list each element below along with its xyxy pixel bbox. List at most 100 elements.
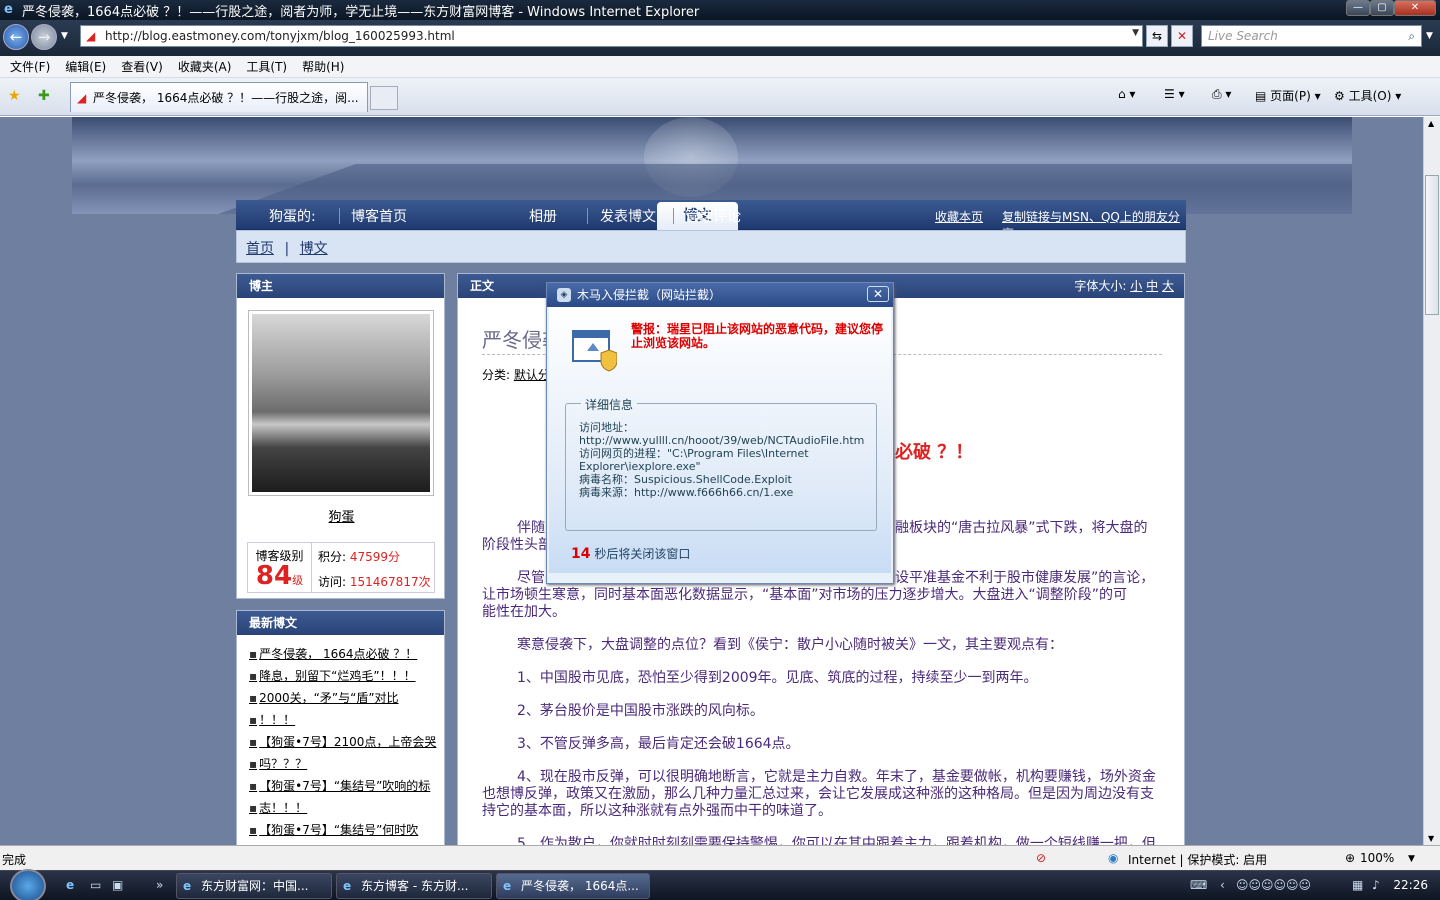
favorites-star-icon[interactable]: ★ [8, 88, 21, 104]
paragraph: 也想博反弹，政策又在激励，那么几种力量汇总过来，会让它发展成这种涨的这种格局。但… [482, 786, 1154, 802]
recent-pages-dropdown[interactable]: ▼ [61, 31, 68, 41]
list-item[interactable]: 【狗蛋•7号】“集结号”吹响的标 [249, 775, 438, 797]
stop-button[interactable]: ✕ [1171, 25, 1193, 47]
blocked-popup-icon[interactable]: ⊘ [1036, 851, 1046, 865]
clock[interactable]: 22:26 [1393, 878, 1428, 892]
visits-label: 访问: [318, 575, 347, 589]
zoom-icon: ⊕ [1345, 851, 1356, 865]
back-button[interactable]: ← [3, 24, 29, 50]
nav-new-post[interactable]: 发表博文 [600, 206, 656, 226]
address-row: ← → ▼ ◢ http://blog.eastmoney.com/tonyjx… [0, 20, 1440, 56]
start-button[interactable] [10, 869, 46, 900]
home-icon[interactable]: ⌂ ▾ [1118, 87, 1135, 101]
vertical-scrollbar[interactable]: ▲ ▼ [1423, 117, 1440, 845]
feeds-icon[interactable]: ☰ ▾ [1164, 87, 1185, 101]
breadcrumb-home[interactable]: 首页 [246, 241, 274, 257]
paragraph: 1、中国股市见底，恐怕至少得到2009年。见底、筑底的过程，持续至少一到两年。 [517, 670, 1038, 686]
search-input[interactable]: Live Search ⌕ [1201, 25, 1422, 47]
countdown: 14 秒后将关闭该窗口 [571, 545, 690, 562]
scroll-up-icon[interactable]: ▲ [1428, 119, 1434, 128]
nav-blog-home[interactable]: 博客首页 [351, 206, 407, 226]
list-item-cont[interactable]: ！！！ [249, 709, 438, 731]
virus-source: http://www.f666h66.cn/1.exe [634, 486, 794, 499]
list-item[interactable]: 降息，别留下“烂鸡毛”！！！ [249, 665, 438, 687]
article-headline: 必破 ？！ [895, 442, 974, 463]
list-item[interactable]: 【狗蛋•7号】“集结号”何时吹 [249, 819, 438, 841]
profile-header: 博主 [237, 274, 444, 298]
window-title: 严冬侵袭，1664点必破 ？！——行股之途，阅者为师，学无止境——东方财富网博客… [22, 4, 700, 20]
security-zone[interactable]: Internet | 保护模式: 启用 [1128, 851, 1267, 868]
taskbar-button-active[interactable]: e 严冬侵袭， 1664点... [496, 873, 650, 899]
minimize-button[interactable]: — [1346, 0, 1370, 16]
taskbar-button-eastmoney[interactable]: e 东方财富网：中国... [176, 873, 332, 899]
font-size-controls: 字体大小: 小 中 大 [1074, 274, 1174, 298]
forward-button[interactable]: → [31, 24, 57, 50]
search-icon[interactable]: ⌕ [1408, 26, 1415, 46]
profile-panel: 博主 狗蛋 博客级别 84级 积分: 47599分 访问: 151467817次 [236, 273, 445, 599]
zoom-level[interactable]: 100% [1360, 851, 1394, 865]
tab-active[interactable]: ◢ 严冬侵袭， 1664点必破 ？！——行股之途，阅... [70, 82, 368, 112]
tools-menu[interactable]: ⚙ 工具(O) ▾ [1334, 87, 1401, 104]
list-item[interactable]: 【狗蛋•7号】2100点，上帝会哭 [249, 731, 438, 753]
font-size-label: 字体大小: [1074, 279, 1127, 293]
countdown-text: 秒后将关闭该窗口 [594, 547, 691, 561]
address-dropdown-icon[interactable]: ▼ [1132, 28, 1139, 38]
list-item[interactable]: 2000关，“矛”与“盾”对比 [249, 687, 438, 709]
visits-row: 访问: 151467817次 [318, 573, 431, 590]
visits-value: 151467817次 [349, 575, 431, 589]
font-small[interactable]: 小 [1130, 279, 1142, 293]
font-large[interactable]: 大 [1162, 279, 1174, 293]
countdown-number: 14 [571, 546, 591, 562]
search-placeholder: Live Search [1208, 29, 1278, 43]
list-item[interactable]: 严冬侵袭， 1664点必破 ？！ [249, 643, 438, 665]
breadcrumb-current[interactable]: 博文 [300, 241, 328, 257]
avatar[interactable] [248, 310, 434, 496]
article-category: 分类: 默认分 [482, 366, 550, 383]
menu-file[interactable]: 文件(F) [10, 58, 50, 75]
quicklaunch-ie-icon[interactable]: e [66, 878, 74, 892]
new-tab-button[interactable] [370, 86, 398, 110]
volume-icon[interactable]: ♪ [1372, 878, 1380, 892]
zoom-dropdown-icon[interactable]: ▼ [1408, 854, 1415, 864]
quicklaunch-more-icon[interactable]: » [156, 878, 163, 892]
blogger-name[interactable]: 狗蛋 [237, 506, 446, 525]
menu-tools[interactable]: 工具(T) [246, 58, 287, 75]
nav-manage-comments[interactable]: 管理评论 [685, 206, 741, 226]
category-link[interactable]: 默认分 [514, 368, 550, 382]
network-icon[interactable]: ▦ [1352, 878, 1363, 892]
scrollbar-thumb[interactable] [1425, 175, 1439, 315]
dialog-close-button[interactable]: ✕ [867, 286, 889, 302]
maximize-button[interactable]: ▢ [1370, 0, 1394, 16]
keyboard-icon[interactable]: ⌨ [1190, 878, 1207, 892]
qq-icon[interactable]: ☺☺☺☺☺☺ [1236, 878, 1311, 892]
print-icon[interactable]: ⎙ ▾ [1212, 87, 1231, 102]
font-medium[interactable]: 中 [1146, 279, 1158, 293]
menu-view[interactable]: 查看(V) [121, 58, 163, 75]
menu-help[interactable]: 帮助(H) [302, 58, 344, 75]
close-window-button[interactable]: ✕ [1394, 0, 1436, 16]
blog-level: 博客级别 84级 [248, 543, 312, 592]
scroll-down-icon[interactable]: ▼ [1428, 834, 1434, 843]
list-item-cont[interactable]: 志！！！ [249, 797, 438, 819]
tray-expand-icon[interactable]: ‹ [1220, 878, 1225, 892]
visit-url: http://www.yullll.cn/hooot/39/web/NCTAud… [579, 434, 865, 447]
menu-edit[interactable]: 编辑(E) [65, 58, 106, 75]
bookmark-page-link[interactable]: 收藏本页 [935, 208, 983, 225]
quicklaunch-switch-icon[interactable]: ▣ [112, 878, 123, 892]
quicklaunch-desktop-icon[interactable]: ▭ [90, 878, 101, 892]
address-bar[interactable]: ◢ http://blog.eastmoney.com/tonyjxm/blog… [80, 25, 1143, 47]
refresh-button[interactable]: ⇆ [1146, 25, 1168, 47]
breadcrumb-separator: | [284, 241, 290, 257]
add-favorite-icon[interactable]: ✚ [38, 88, 50, 104]
ie-icon: e [4, 2, 13, 17]
paragraph: 能性在加大。 [482, 604, 566, 620]
list-item-cont[interactable]: 吗？？？ [249, 753, 438, 775]
nav-album[interactable]: 相册 [529, 206, 557, 226]
paragraph: 5、作为散户，你就时时刻刻需要保持警惕，你可以在其中跟着主力，跟着机构，做一个短… [517, 836, 1156, 845]
page-menu[interactable]: ▤ 页面(P) ▾ [1255, 87, 1321, 104]
level-number: 84 [255, 561, 293, 591]
menu-favorites[interactable]: 收藏夹(A) [178, 58, 232, 75]
globe-icon: ◉ [1108, 851, 1119, 865]
taskbar-button-blog[interactable]: e 东方博客 - 东方财... [336, 873, 492, 899]
search-options-dropdown[interactable]: ▼ [1426, 31, 1433, 41]
